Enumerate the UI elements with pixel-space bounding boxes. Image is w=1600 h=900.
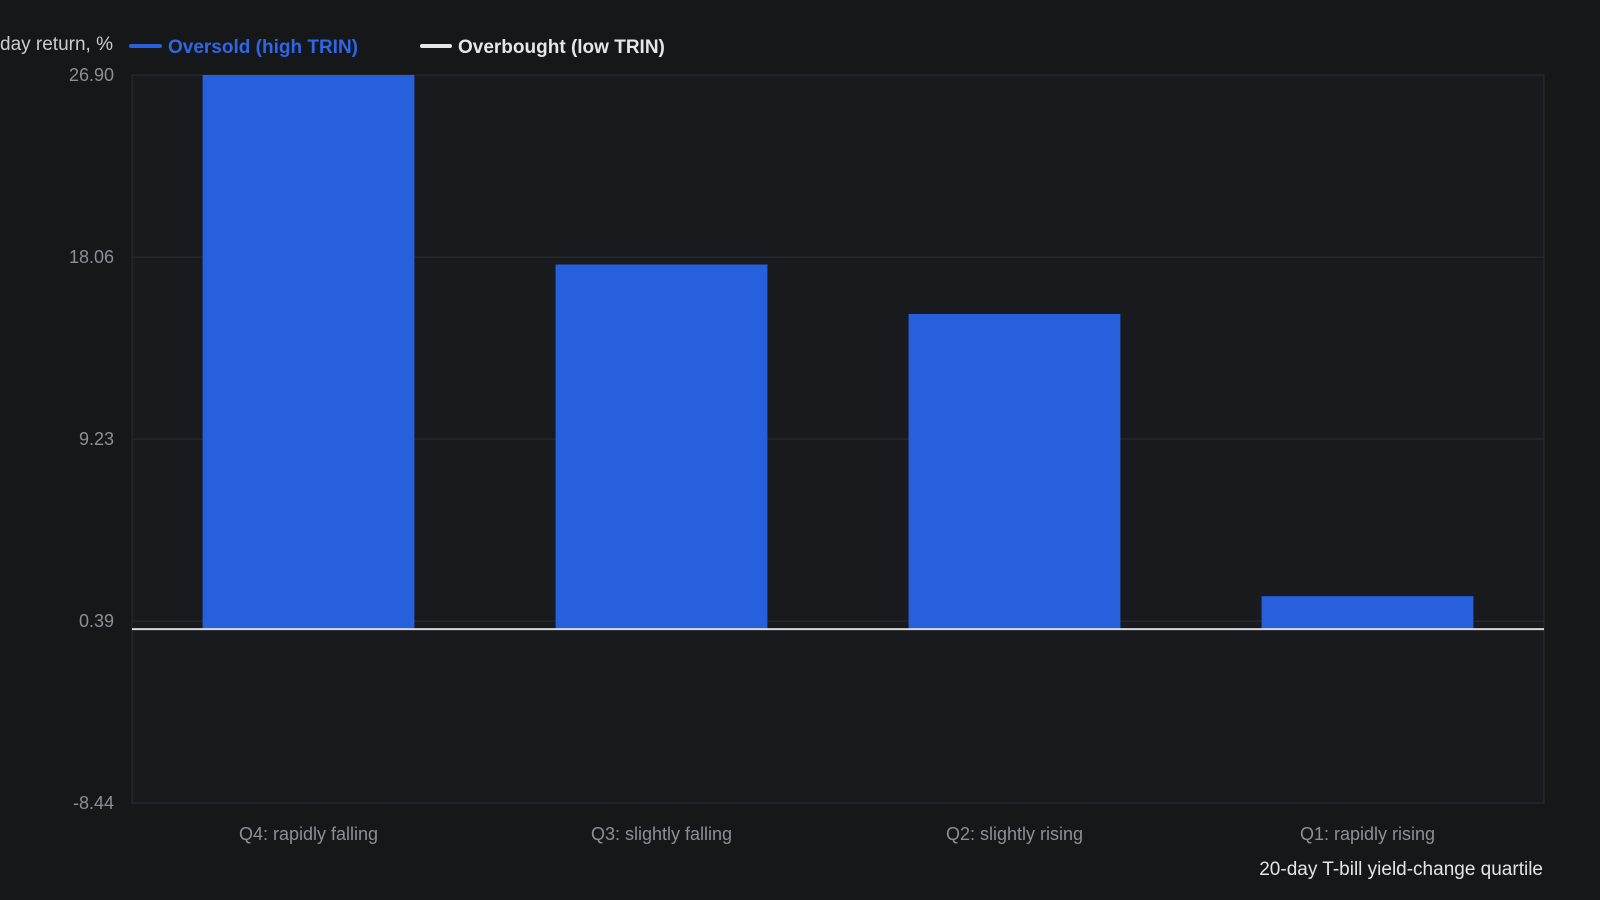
chart-container: 26.90 18.06 9.23 0.39 -8.44 Q4: rapidly fall… <box>0 0 1600 900</box>
y-tick-label: 18.06 <box>69 247 114 267</box>
y-tick-label: 9.23 <box>79 429 114 449</box>
bar-oversold <box>555 264 768 630</box>
x-tick-label: Q2: slightly rising <box>946 824 1083 844</box>
bar-oversold <box>1261 596 1474 630</box>
y-tick-label: 0.39 <box>79 611 114 631</box>
legend-label-overbought: Overbought (low TRIN) <box>458 37 665 58</box>
x-tick-label: Q3: slightly falling <box>591 824 732 844</box>
bar-chart: 26.90 18.06 9.23 0.39 -8.44 Q4: rapidly fall… <box>0 34 1545 880</box>
x-tick-label: Q4: rapidly falling <box>239 824 378 844</box>
bar-oversold <box>908 313 1121 630</box>
legend-label-oversold: Oversold (high TRIN) <box>168 37 358 58</box>
x-axis-ticks: Q4: rapidly falling Q3: slightly falling Q… <box>239 824 1435 844</box>
x-axis-label: 20-day T-bill yield-change quartile <box>1259 859 1543 880</box>
bar-oversold <box>202 75 415 630</box>
y-axis-label: day return, % <box>0 34 113 55</box>
x-tick-label: Q1: rapidly rising <box>1300 824 1435 844</box>
y-axis-ticks: 26.90 18.06 9.23 0.39 -8.44 <box>69 65 114 813</box>
y-tick-label: -8.44 <box>73 793 114 813</box>
y-tick-label: 26.90 <box>69 65 114 85</box>
